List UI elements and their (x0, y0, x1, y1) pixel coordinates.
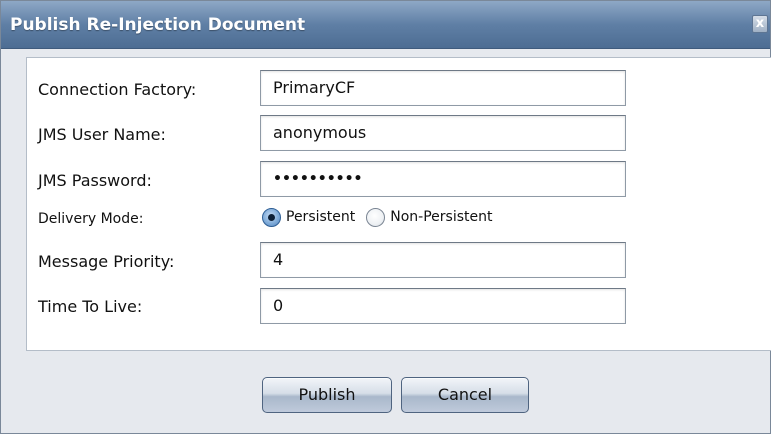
jms-user-name-field[interactable]: anonymous (260, 115, 626, 151)
cancel-button[interactable]: Cancel (401, 377, 529, 413)
jms-password-field[interactable]: •••••••••• (260, 161, 626, 197)
close-icon[interactable]: x (752, 15, 768, 33)
delivery-mode-radio-group: Persistent Non-Persistent (262, 205, 503, 229)
background-ghost-text (211, 359, 219, 374)
jms-password-label: JMS Password: (38, 171, 152, 190)
non-persistent-radio-label[interactable]: Non-Persistent (390, 209, 492, 225)
publish-dialog: Publish Re-Injection Document x Connecti… (0, 0, 771, 434)
publish-button[interactable]: Publish (262, 377, 392, 413)
message-priority-label: Message Priority: (38, 252, 175, 271)
persistent-radio-label[interactable]: Persistent (286, 209, 355, 225)
persistent-radio[interactable] (262, 207, 281, 227)
connection-factory-label: Connection Factory: (38, 80, 197, 99)
delivery-mode-label: Delivery Mode: (38, 211, 144, 227)
message-priority-field[interactable]: 4 (260, 242, 626, 278)
dialog-title: Publish Re-Injection Document (10, 15, 306, 35)
radio-selected-dot-icon (268, 213, 275, 221)
connection-factory-field[interactable]: PrimaryCF (260, 70, 626, 106)
time-to-live-field[interactable]: 0 (260, 288, 626, 324)
jms-user-name-label: JMS User Name: (38, 125, 166, 144)
time-to-live-label: Time To Live: (38, 297, 143, 316)
dialog-title-bar[interactable]: Publish Re-Injection Document x (1, 1, 770, 49)
non-persistent-radio[interactable] (366, 207, 386, 227)
